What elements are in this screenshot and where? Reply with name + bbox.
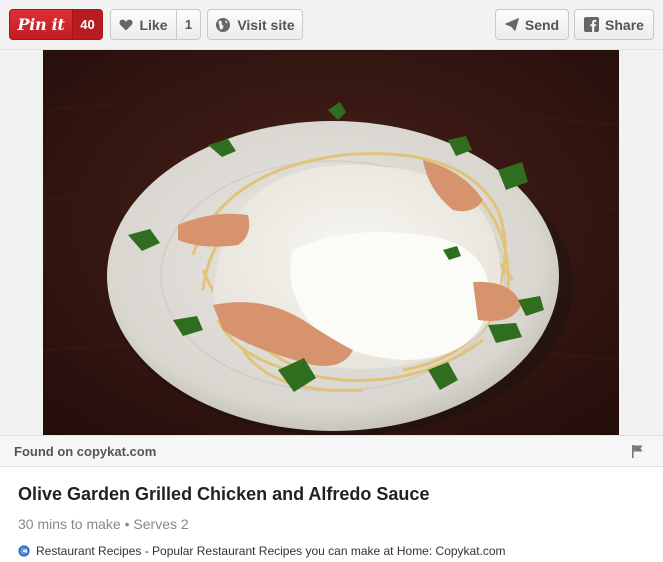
site-favicon-icon	[18, 545, 30, 557]
found-on-bar: Found on copykat.com	[0, 435, 663, 467]
source-link[interactable]: Restaurant Recipes - Popular Restaurant …	[36, 544, 506, 558]
pin-title[interactable]: Olive Garden Grilled Chicken and Alfredo…	[18, 484, 429, 505]
like-button[interactable]: Like 1	[110, 9, 201, 40]
visit-site-button[interactable]: Visit site	[207, 9, 303, 40]
like-label: Like	[139, 16, 168, 33]
pin-count: 40	[72, 10, 102, 39]
pin-toolbar: Pin it 40 Like 1 Visit site Send Share	[0, 0, 663, 50]
flag-icon[interactable]	[632, 445, 643, 463]
paper-plane-icon	[504, 18, 519, 31]
send-label: Send	[524, 16, 560, 33]
pin-image-area	[0, 50, 663, 435]
heart-icon	[119, 19, 133, 31]
pin-it-button[interactable]: Pin it 40	[9, 9, 103, 40]
share-button[interactable]: Share	[574, 9, 654, 40]
send-button[interactable]: Send	[495, 9, 569, 40]
facebook-icon	[584, 17, 600, 32]
source-row[interactable]: Restaurant Recipes - Popular Restaurant …	[18, 543, 506, 559]
cook-time: 30 mins to make	[18, 516, 121, 532]
visit-site-label: Visit site	[237, 16, 295, 33]
found-on-link[interactable]: Found on copykat.com	[14, 444, 156, 459]
recipe-meta: 30 mins to make • Serves 2	[18, 516, 189, 532]
meta-separator: •	[124, 516, 130, 532]
serves: Serves 2	[133, 516, 189, 532]
globe-icon	[215, 17, 231, 33]
pin-it-label: Pin it	[10, 10, 72, 39]
pin-image[interactable]	[43, 50, 619, 435]
share-label: Share	[605, 16, 644, 33]
like-count: 1	[176, 10, 200, 39]
